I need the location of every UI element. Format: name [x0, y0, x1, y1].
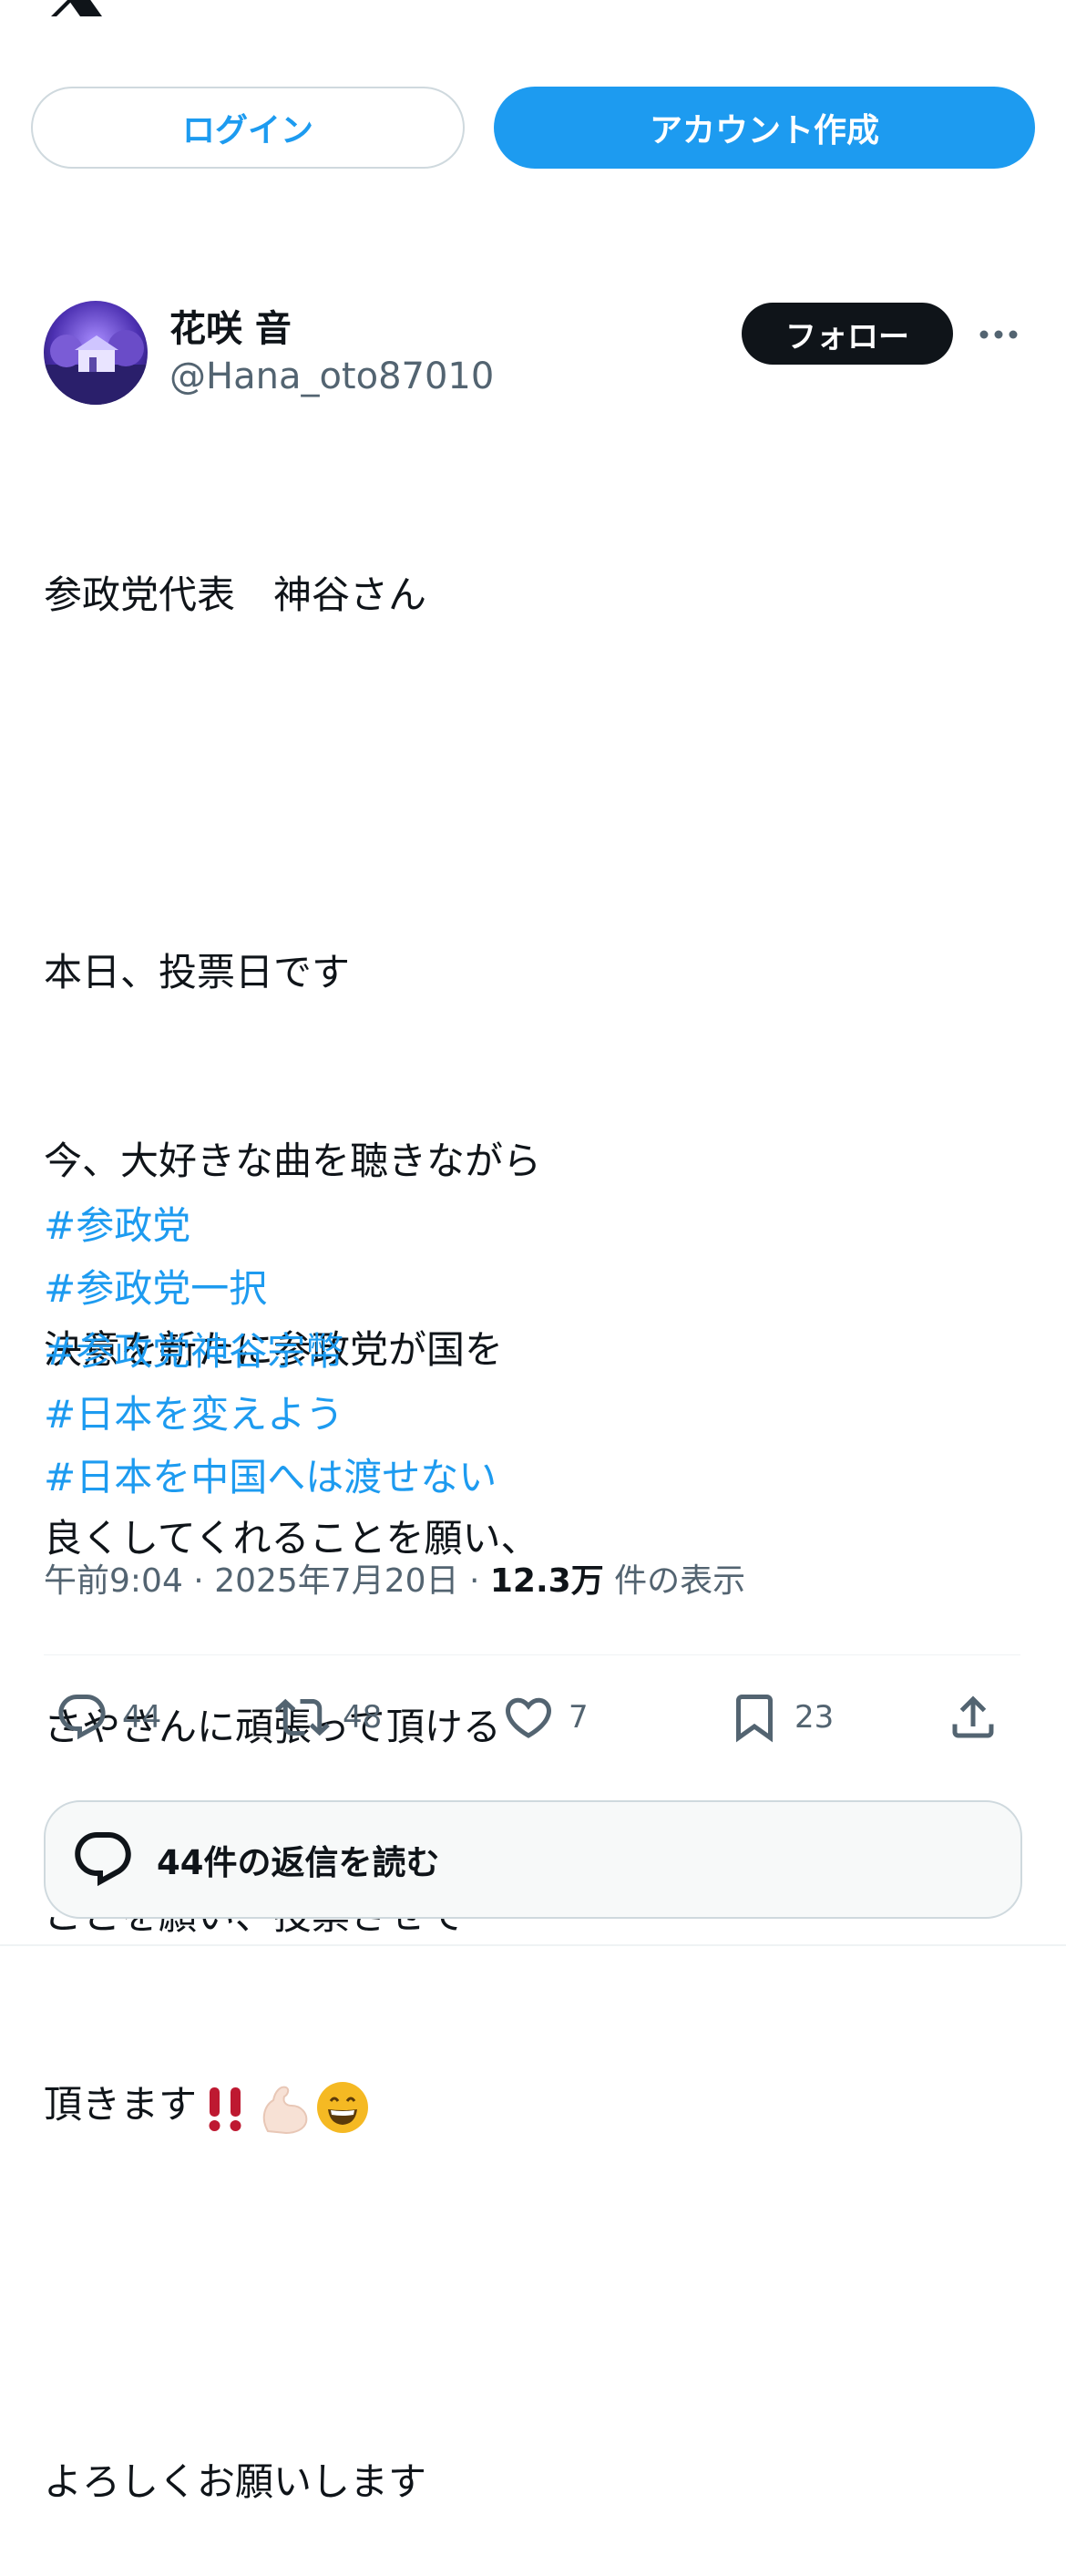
signup-button[interactable]: アカウント作成	[494, 87, 1035, 169]
read-replies-button[interactable]: 44件の返信を読む	[44, 1800, 1022, 1919]
share-icon	[952, 1695, 994, 1738]
read-replies-label: 44件の返信を読む	[157, 1843, 440, 1882]
repost-button[interactable]: 48	[275, 1685, 382, 1750]
divider	[0, 1944, 1066, 1946]
post-line	[44, 752, 1028, 815]
repost-count: 48	[343, 1699, 383, 1736]
action-bar: 44 48 7 23	[44, 1685, 1020, 1750]
heart-icon	[505, 1697, 552, 1738]
post-line: 頂きます	[44, 2082, 198, 2127]
reply-count: 44	[122, 1699, 162, 1736]
post-line-with-emoji: 頂きます	[44, 2073, 1028, 2136]
bookmark-button[interactable]: 23	[727, 1685, 834, 1750]
post-time[interactable]: 午前9:04	[44, 1554, 183, 1602]
views-count: 12.3万	[489, 1562, 604, 1600]
like-count: 7	[569, 1699, 589, 1736]
hashtag-list: #参政党 #参政党一択 #参政党神谷宗幣 #日本を変えよう #日本を中国へは渡せ…	[44, 1194, 497, 1509]
post-meta: 午前9:04 · 2025年7月20日 · 12.3万 件の表示	[44, 1554, 745, 1602]
post-line: 参政党代表 神谷さん	[44, 572, 427, 617]
divider	[44, 1654, 1020, 1655]
views-label: 件の表示	[603, 1562, 746, 1600]
post-line: 本日、投票日です	[44, 950, 351, 994]
more-horizontal-icon[interactable]	[979, 321, 1019, 348]
x-logo-icon[interactable]	[46, 0, 106, 16]
reply-icon	[58, 1695, 106, 1740]
double-exclamation-icon	[209, 2087, 241, 2131]
bookmark-count: 23	[794, 1699, 835, 1736]
meta-separator: ·	[458, 1562, 490, 1600]
post-line	[44, 2262, 1028, 2324]
hashtag-link[interactable]: #日本を変えよう	[44, 1383, 497, 1446]
hashtag-link[interactable]: #参政党	[44, 1194, 497, 1257]
bookmark-icon	[736, 1695, 773, 1743]
follow-button[interactable]: フォロー	[742, 303, 953, 365]
like-button[interactable]: 7	[501, 1685, 589, 1750]
repost-icon	[275, 1698, 330, 1736]
reply-button[interactable]: 44	[55, 1685, 161, 1750]
hashtag-link[interactable]: #参政党一択	[44, 1257, 497, 1320]
post-date[interactable]: 2025年7月20日	[214, 1554, 458, 1602]
meta-separator: ·	[182, 1562, 215, 1600]
hashtag-link[interactable]: #参政党神谷宗幣	[44, 1320, 497, 1383]
grinning-face-icon	[317, 2081, 369, 2133]
author-name[interactable]: 花咲 音	[169, 299, 292, 352]
avatar[interactable]	[44, 301, 148, 405]
post-line: よろしくお願いします	[44, 2459, 427, 2504]
flexed-biceps-icon	[262, 2086, 308, 2134]
auth-buttons: ログイン アカウント作成	[31, 87, 1035, 169]
hashtag-link[interactable]: #日本を中国へは渡せない	[44, 1446, 497, 1509]
reply-bubble-icon	[75, 1832, 131, 1887]
share-button[interactable]	[946, 1685, 1013, 1750]
author-handle[interactable]: @Hana_oto87010	[169, 355, 494, 397]
login-button[interactable]: ログイン	[31, 87, 465, 169]
post-line: 今、大好きな曲を聴きながら	[44, 1139, 542, 1183]
